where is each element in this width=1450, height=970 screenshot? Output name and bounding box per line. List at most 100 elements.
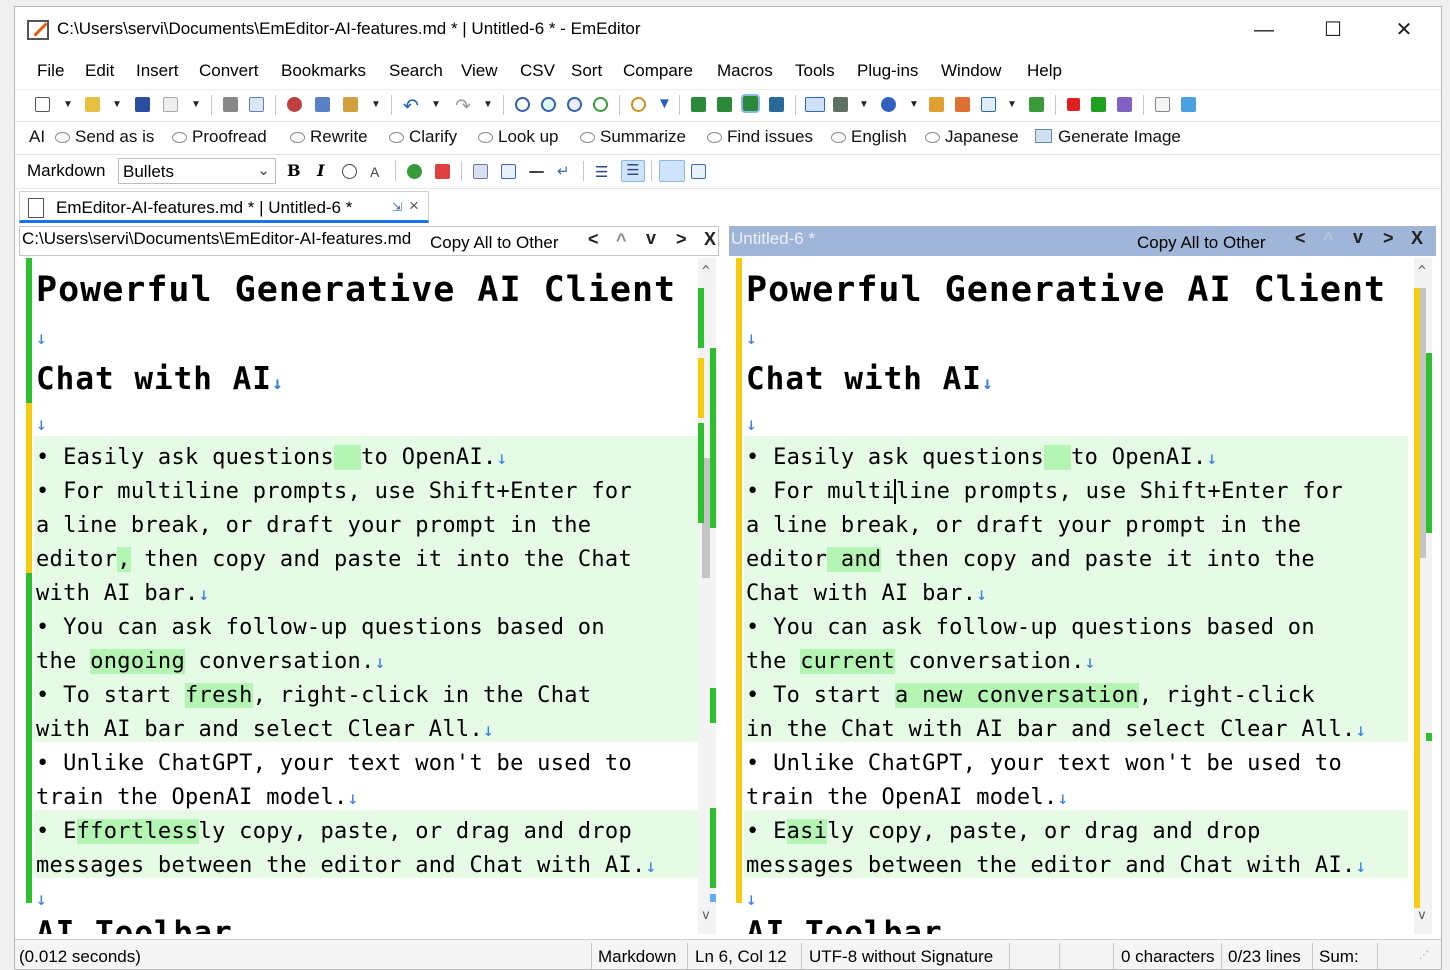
customize-icon[interactable] [955,97,970,112]
scroll-down-icon[interactable]: v [702,908,710,923]
filter-icon[interactable]: ▼ [657,95,675,112]
right-copy-all-button[interactable]: Copy All to Other [1137,233,1266,253]
send-as-is-button[interactable]: Send as is [55,127,154,147]
find-previous-icon[interactable] [567,97,582,112]
cut-icon[interactable] [287,97,302,112]
right-pane-close-button[interactable]: X [1411,228,1423,249]
split-vertical-icon[interactable] [717,97,732,112]
link-icon[interactable] [407,164,422,179]
new-file-icon[interactable] [35,97,50,112]
japanese-button[interactable]: Japanese [925,127,1019,147]
chevron-down-icon[interactable]: ▼ [909,99,919,110]
minimize-button[interactable]: — [1241,15,1287,45]
status-encoding[interactable]: UTF-8 without Signature [809,947,993,967]
horizontal-rule-icon[interactable] [529,171,544,173]
next-diff-button[interactable]: > [1383,228,1394,249]
close-button[interactable]: ✕ [1381,15,1427,45]
right-editor[interactable]: Powerful Generative AI Client ↓ Chat wit… [730,258,1436,934]
resize-grip-icon[interactable]: ⋰ [1419,950,1429,961]
proofread-button[interactable]: Proofread [172,127,267,147]
previous-diff-button[interactable]: < [588,229,599,250]
chevron-down-icon[interactable]: ▼ [371,99,381,110]
generate-image-button[interactable]: Generate Image [1035,127,1181,147]
word-wrap-icon[interactable] [833,97,848,112]
chevron-down-icon[interactable]: ▼ [483,99,493,110]
window-icon[interactable] [1155,97,1170,112]
properties-icon[interactable] [929,97,944,112]
run-macro-icon[interactable] [1091,97,1106,112]
print-preview-icon[interactable] [249,97,264,112]
web-icon[interactable] [881,97,896,112]
find-next-icon[interactable] [541,97,556,112]
save-icon[interactable] [135,97,150,112]
scroll-down-icon[interactable]: v [1418,908,1426,923]
menu-edit[interactable]: Edit [85,61,114,81]
pin-icon[interactable]: ⇲ [392,200,402,214]
heading-style-select[interactable]: Bullets ⌄ [118,158,276,184]
menu-bookmarks[interactable]: Bookmarks [281,61,366,81]
rewrite-button[interactable]: Rewrite [290,127,368,147]
insert-image-icon[interactable] [473,164,488,179]
ai-label[interactable]: AI [29,127,45,147]
clarify-button[interactable]: Clarify [389,127,457,147]
find-in-files-icon[interactable] [631,97,646,112]
redo-icon[interactable]: ↷ [455,95,475,117]
menu-csv[interactable]: CSV [520,61,555,81]
chevron-down-icon[interactable]: ▼ [112,99,122,110]
look-up-button[interactable]: Look up [478,127,559,147]
italic-button[interactable]: I [317,161,324,180]
scroll-up-icon[interactable]: ^ [702,264,710,279]
menu-help[interactable]: Help [1027,61,1062,81]
copy-icon[interactable] [315,97,330,112]
replace-icon[interactable] [593,97,608,112]
insert-table-icon[interactable] [501,164,516,179]
plugin-icon[interactable] [1181,97,1196,112]
bullet-list-icon[interactable]: ☰ [621,160,645,182]
next-diff-button[interactable]: > [676,229,687,250]
left-editor[interactable]: Powerful Generative AI Client ↓ Chat wit… [20,258,720,934]
chevron-down-icon[interactable]: ▼ [859,99,869,110]
find-issues-button[interactable]: Find issues [707,127,813,147]
chevron-down-icon[interactable]: ▼ [1007,99,1017,110]
menu-window[interactable]: Window [941,61,1001,81]
status-position[interactable]: Ln 6, Col 12 [695,947,787,967]
print-icon[interactable] [223,97,238,112]
menu-macros[interactable]: Macros [717,61,773,81]
left-copy-all-button[interactable]: Copy All to Other [430,233,559,253]
clear-format-icon[interactable]: A [370,164,385,180]
sync-scroll-icon[interactable] [769,97,784,112]
open-folder-icon[interactable] [85,97,100,112]
tab-close-button[interactable]: × [409,196,419,216]
undo-icon[interactable]: ↶ [403,95,423,117]
paste-icon[interactable] [343,97,358,112]
spell-check-icon[interactable] [805,97,825,112]
preview-icon[interactable] [659,160,685,182]
sync-preview-icon[interactable] [691,164,706,179]
left-pane-close-button[interactable]: X [704,229,716,250]
compare-icon[interactable] [741,94,760,113]
english-button[interactable]: English [831,127,907,147]
menu-tools[interactable]: Tools [795,61,835,81]
menu-file[interactable]: File [37,61,64,81]
menu-convert[interactable]: Convert [199,61,259,81]
menu-compare[interactable]: Compare [623,61,693,81]
list-icon[interactable] [1029,97,1044,112]
remove-link-icon[interactable] [435,164,450,179]
find-icon[interactable] [515,97,530,112]
chevron-down-icon[interactable]: ▼ [63,99,73,110]
menu-search[interactable]: Search [389,61,443,81]
previous-diff-button[interactable]: < [1295,228,1306,249]
down-button[interactable]: v [1353,227,1363,248]
right-scrollbar[interactable]: ^ v [1414,258,1432,934]
numbered-list-icon[interactable]: ☰ [595,163,610,181]
line-break-icon[interactable]: ↵ [557,162,572,180]
up-button[interactable]: ^ [1323,229,1334,250]
tab-document[interactable]: EmEditor-AI-features.md * | Untitled-6 *… [19,191,429,223]
chevron-down-icon[interactable]: ▼ [191,99,201,110]
menu-plugins[interactable]: Plug-ins [857,61,918,81]
maximize-button[interactable]: ☐ [1310,15,1356,45]
scroll-up-icon[interactable]: ^ [1418,264,1426,279]
status-mode[interactable]: Markdown [598,947,676,967]
menu-sort[interactable]: Sort [571,61,602,81]
chevron-down-icon[interactable]: ▼ [431,99,441,110]
